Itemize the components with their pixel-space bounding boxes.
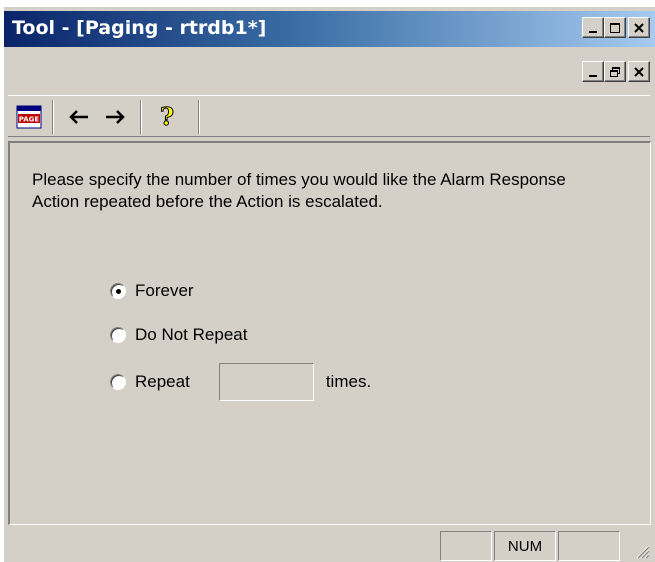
repeat-label: Repeat bbox=[135, 372, 190, 391]
toolbar-separator bbox=[198, 100, 200, 134]
help-icon: ? bbox=[159, 104, 174, 130]
option-do-not-repeat[interactable]: Do Not Repeat bbox=[110, 325, 247, 345]
application-window: Tool - [Paging - rtrdb1*] PAGE ? Please … bbox=[4, 7, 655, 562]
window-title: Tool - [Paging - rtrdb1*] bbox=[12, 17, 267, 39]
child-close-button[interactable] bbox=[628, 61, 650, 82]
help-button[interactable]: ? bbox=[152, 102, 182, 132]
title-bar[interactable]: Tool - [Paging - rtrdb1*] bbox=[4, 11, 655, 47]
times-label: times. bbox=[325, 372, 372, 391]
close-button[interactable] bbox=[628, 17, 650, 38]
toolbar-separator bbox=[52, 100, 54, 134]
svg-text:?: ? bbox=[160, 104, 174, 130]
do-not-repeat-radio[interactable] bbox=[110, 327, 126, 343]
minimize-icon bbox=[589, 30, 597, 33]
instruction-text: Please specify the number of times you w… bbox=[32, 170, 566, 211]
page-icon: PAGE bbox=[16, 105, 42, 129]
status-pane-caps bbox=[440, 531, 492, 561]
close-icon bbox=[634, 66, 644, 77]
option-repeat[interactable]: Repeat times. bbox=[110, 363, 371, 401]
close-icon bbox=[634, 22, 644, 33]
page-icon-label: PAGE bbox=[19, 116, 40, 124]
status-bar: NUM bbox=[4, 527, 655, 562]
toolbar: PAGE ? bbox=[8, 95, 650, 137]
minimize-button[interactable] bbox=[582, 17, 604, 38]
mdi-control-row bbox=[4, 49, 655, 87]
forward-arrow-icon bbox=[106, 110, 125, 124]
repeat-radio[interactable] bbox=[110, 374, 126, 390]
restore-icon bbox=[610, 66, 620, 77]
page-button[interactable]: PAGE bbox=[12, 102, 46, 132]
maximize-button[interactable] bbox=[604, 17, 626, 38]
child-minimize-button[interactable] bbox=[582, 61, 604, 82]
child-restore-button[interactable] bbox=[604, 61, 626, 82]
repeat-count-input[interactable] bbox=[218, 363, 314, 401]
forever-radio[interactable] bbox=[110, 283, 126, 299]
num-lock-indicator: NUM bbox=[507, 537, 543, 555]
do-not-repeat-label: Do Not Repeat bbox=[135, 325, 248, 344]
forever-label: Forever bbox=[135, 281, 194, 300]
status-pane-num: NUM bbox=[494, 531, 556, 561]
repeat-settings-panel: Please specify the number of times you w… bbox=[8, 141, 651, 525]
resize-grip-icon[interactable] bbox=[634, 543, 650, 559]
forward-button[interactable] bbox=[100, 102, 130, 132]
toolbar-separator bbox=[140, 100, 142, 134]
option-forever[interactable]: Forever bbox=[110, 281, 194, 301]
status-pane-scroll bbox=[558, 531, 620, 561]
minimize-icon bbox=[589, 74, 597, 77]
maximize-icon bbox=[610, 22, 620, 33]
back-button[interactable] bbox=[64, 102, 94, 132]
back-arrow-icon bbox=[69, 110, 88, 124]
